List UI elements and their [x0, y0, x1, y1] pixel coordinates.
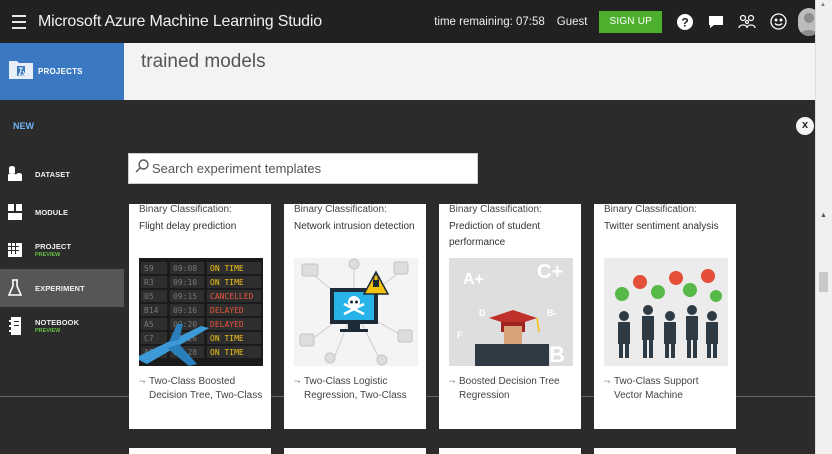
card-algo-line1: Two-Class Support [614, 376, 699, 387]
menu-item-label: DATASET [35, 169, 71, 179]
card-title: Prediction of student performance [449, 221, 541, 248]
card-title: Flight delay prediction [139, 221, 237, 232]
template-card-row2[interactable] [594, 448, 736, 454]
card-algo-line2: Regression, Two-Class [304, 390, 407, 401]
board-gate: 05 [144, 292, 154, 301]
board-status: ON TIME [210, 264, 244, 273]
projects-folder-icon [8, 56, 34, 87]
help-icon[interactable]: ? [674, 11, 696, 33]
card-category: Binary Classification: [604, 204, 697, 215]
grade-f: F [457, 330, 463, 340]
scroll-up-arrow-icon[interactable]: ▲ [820, 2, 826, 8]
page-heading: trained models [124, 43, 832, 100]
board-status: DELAYED [210, 306, 244, 315]
chat-icon[interactable] [705, 11, 727, 33]
template-card-row2[interactable] [439, 448, 581, 454]
flight-board-image: 59 09:08 ON TIME R3 09:10 ON TIME 05 09:15 CANCE… [139, 258, 263, 366]
modal-scroll-up-icon[interactable]: ▲ [820, 212, 827, 219]
template-card-row2[interactable] [129, 448, 271, 454]
dataset-icon [8, 165, 22, 183]
card-title: Twitter sentiment analysis [604, 221, 719, 232]
template-card-flight-delay[interactable]: Binary Classification: Flight delay pred… [129, 204, 271, 429]
airplane-icon [139, 324, 209, 366]
algorithm-icon: ⤳ [139, 377, 146, 386]
sign-up-button[interactable]: SIGN UP [599, 10, 662, 33]
student-grades-image: A+ C+ D B- F B [449, 258, 573, 366]
card-algo-line2: Decision Tree, Two-Class [149, 390, 263, 401]
network-intrusion-image [294, 258, 418, 366]
board-gate: C7 [144, 334, 154, 343]
board-time: 09:15 [173, 292, 197, 301]
board-status: DELAYED [210, 320, 244, 329]
nav-projects-label: PROJECTS [38, 67, 83, 76]
board-time: 09:16 [173, 306, 197, 315]
template-gallery: Binary Classification: Flight delay pred… [0, 204, 815, 454]
template-card-row2[interactable] [284, 448, 426, 454]
board-status: ON TIME [210, 348, 244, 357]
grade-d: D [479, 308, 486, 318]
card-algorithms: ⤳ Two-Class Support Vector Machine [604, 375, 732, 403]
nav-projects[interactable]: PROJECTS [0, 43, 124, 100]
board-gate: 59 [144, 264, 154, 273]
new-item-modal: NEW x DATASET MODULE PROJECT PREVIEW EXP… [0, 100, 815, 454]
search-templates-input[interactable] [152, 161, 452, 176]
card-algo-line2: Regression [459, 390, 510, 401]
card-title: Network intrusion detection [294, 221, 415, 232]
card-algo-line1: Boosted Decision Tree [459, 376, 560, 387]
search-icon [135, 159, 149, 178]
algorithm-icon: ⤳ [294, 377, 301, 386]
board-gate: A5 [144, 320, 154, 329]
board-status: ON TIME [210, 278, 244, 287]
algorithm-icon: ⤳ [449, 377, 456, 386]
svg-text:?: ? [681, 15, 688, 29]
time-remaining: time remaining: 07:58 [434, 15, 545, 28]
grade-a-plus: A+ [463, 271, 484, 288]
board-time: 09:08 [173, 264, 197, 273]
page-scrollbar[interactable]: ▲ ▲ [815, 0, 832, 454]
menu-item-dataset[interactable]: DATASET [0, 155, 124, 193]
new-label: NEW [13, 121, 34, 131]
search-field [128, 153, 478, 184]
community-icon[interactable] [736, 11, 758, 33]
scrollbar-thumb[interactable] [819, 272, 828, 292]
card-algorithms: ⤳ Two-Class Logistic Regression, Two-Clas… [294, 375, 422, 403]
page-title: trained models [141, 51, 266, 72]
guest-label: Guest [556, 15, 588, 28]
template-card-student-performance[interactable]: Binary Classification: Prediction of stu… [439, 204, 581, 429]
app-title: Microsoft Azure Machine Learning Studio [38, 12, 322, 30]
card-algorithms: ⤳ Boosted Decision Tree Regression [449, 375, 577, 403]
template-card-network-intrusion[interactable]: Binary Classification: Network intrusion… [284, 204, 426, 429]
grade-c-plus: C+ [537, 261, 563, 283]
card-algo-line1: Two-Class Logistic [304, 376, 388, 387]
template-card-twitter-sentiment[interactable]: Binary Classification: Twitter sentiment… [594, 204, 736, 429]
close-modal-button[interactable]: x [796, 117, 814, 135]
top-bar: Microsoft Azure Machine Learning Studio … [0, 0, 832, 43]
board-time: 09:10 [173, 278, 197, 287]
board-gate: B14 [144, 306, 159, 315]
card-algo-line1: Two-Class Boosted [149, 376, 236, 387]
card-algorithms: ⤳ Two-Class Boosted Decision Tree, Two-Cl… [139, 375, 267, 403]
card-category: Binary Classification: [294, 204, 387, 215]
grade-b: B [549, 342, 565, 366]
grade-b-minus: B- [547, 308, 557, 318]
feedback-smiley-icon[interactable] [767, 11, 789, 33]
algorithm-icon: ⤳ [604, 377, 611, 386]
board-status: CANCELLED [210, 292, 254, 301]
twitter-sentiment-image [604, 258, 728, 366]
board-status: ON TIME [210, 334, 244, 343]
card-category: Binary Classification: [139, 204, 232, 215]
hamburger-menu-icon[interactable] [4, 0, 34, 43]
card-category: Binary Classification: [449, 204, 542, 215]
card-algo-line2: Vector Machine [614, 390, 683, 401]
board-gate: R3 [144, 278, 154, 287]
